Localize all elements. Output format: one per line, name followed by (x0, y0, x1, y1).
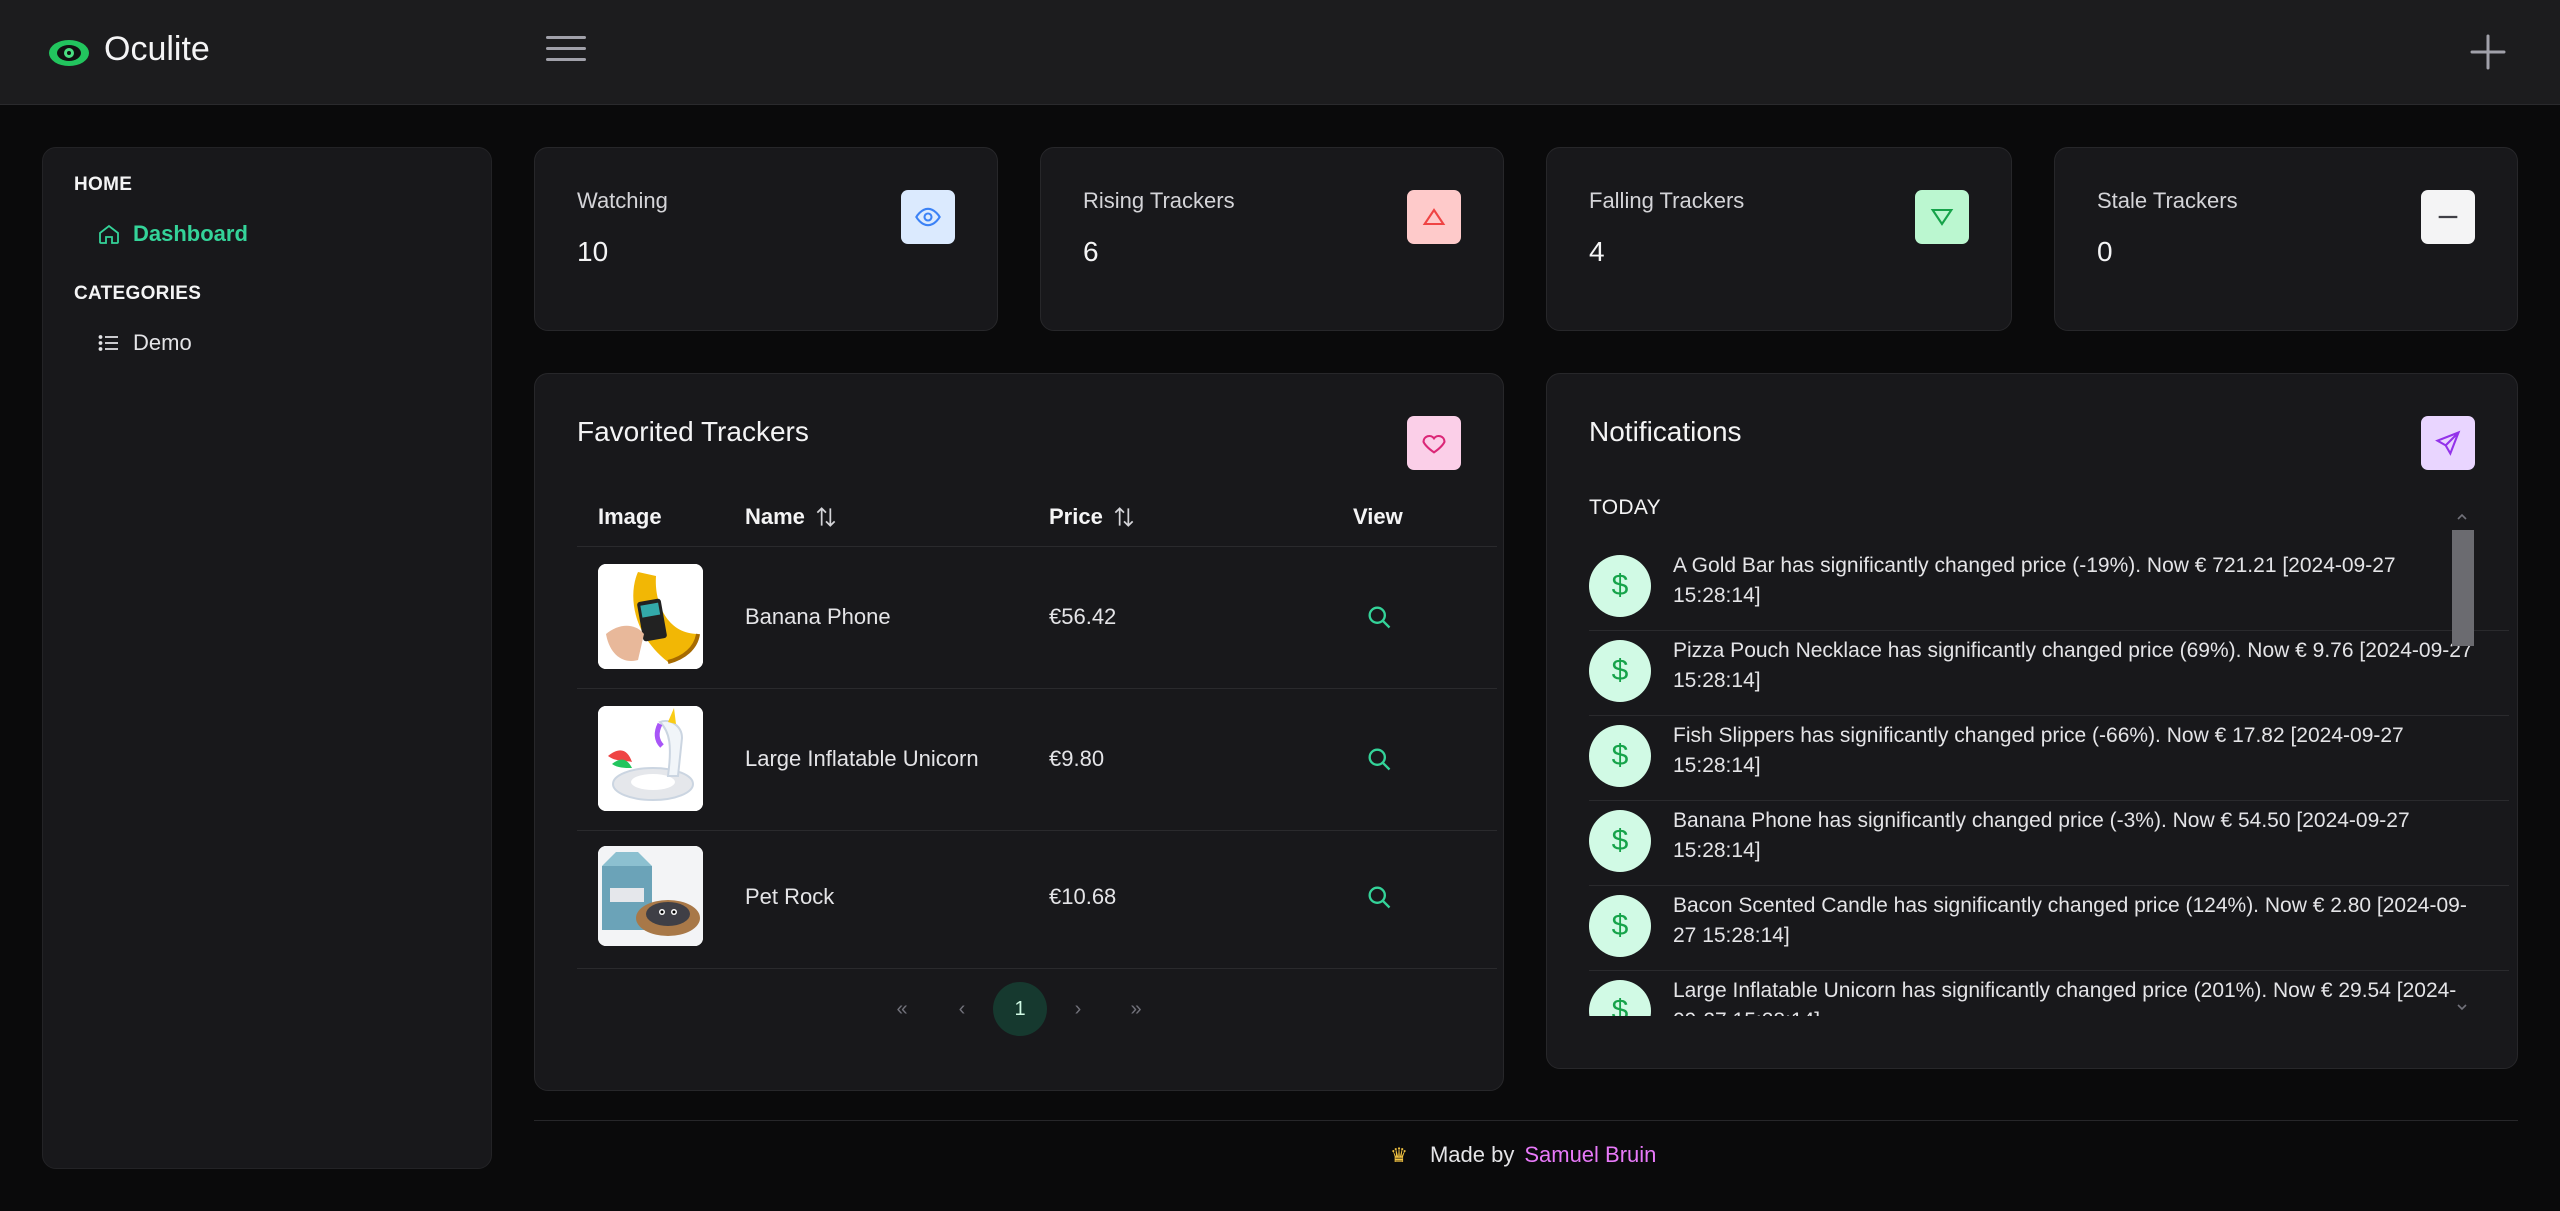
sidebar-item-label: Demo (133, 330, 192, 355)
sidebar: HOME Dashboard CATEGORIES Demo (42, 147, 492, 1169)
stat-card-stale: Stale Trackers 0 (2054, 147, 2518, 331)
stat-value: 6 (1083, 236, 1099, 267)
notification-item[interactable]: $ Bacon Scented Candle has significantly… (1589, 886, 2509, 971)
notifications-group-label: TODAY (1589, 496, 1661, 519)
notification-text: Banana Phone has significantly changed p… (1673, 809, 2410, 862)
minus-icon (2421, 190, 2475, 244)
column-header-label: Price (1049, 504, 1103, 529)
list-icon (98, 335, 118, 351)
notifications-title: Notifications (1589, 416, 1742, 447)
notification-item[interactable]: $ Fish Slippers has significantly change… (1589, 716, 2509, 801)
banana-phone-image (598, 564, 703, 669)
dollar-icon: $ (1589, 555, 1651, 617)
notification-text: Bacon Scented Candle has significantly c… (1673, 894, 2467, 947)
notifications-scrollbar[interactable] (2449, 510, 2475, 1016)
stat-value: 0 (2097, 236, 2113, 267)
triangle-up-icon (1407, 190, 1461, 244)
menu-toggle-icon[interactable] (546, 36, 586, 70)
stat-card-rising: Rising Trackers 6 (1040, 147, 1504, 331)
page-prev-button[interactable]: ‹ (935, 982, 989, 1036)
tracker-price: €9.80 (1049, 746, 1105, 771)
tracker-price: €56.42 (1049, 604, 1117, 629)
inflatable-unicorn-image (598, 706, 703, 811)
notifications-list[interactable]: TODAY $ A Gold Bar has significantly cha… (1589, 496, 2509, 1016)
column-header-price[interactable]: Price (1049, 504, 1137, 530)
dollar-icon: $ (1589, 980, 1651, 1016)
app-brand[interactable]: Oculite (104, 30, 210, 69)
page-current-button[interactable]: 1 (993, 982, 1047, 1036)
notification-item[interactable]: $ A Gold Bar has significantly changed p… (1589, 546, 2509, 631)
view-search-icon[interactable] (1365, 883, 1393, 911)
sidebar-item-label: Dashboard (133, 221, 248, 246)
column-header-image: Image (598, 504, 662, 529)
view-search-icon[interactable] (1365, 745, 1393, 773)
sort-icon[interactable] (813, 504, 839, 530)
tracker-name[interactable]: Large Inflatable Unicorn (745, 746, 979, 772)
sidebar-section-categories: CATEGORIES (74, 283, 202, 304)
dollar-icon: $ (1589, 725, 1651, 787)
notification-text: A Gold Bar has significantly changed pri… (1673, 554, 2396, 607)
tracker-name[interactable]: Banana Phone (745, 604, 891, 630)
view-search-icon[interactable] (1365, 603, 1393, 631)
top-bar: Oculite (0, 0, 2560, 105)
add-icon[interactable] (2468, 32, 2508, 72)
heart-icon (1407, 416, 1461, 470)
sort-icon[interactable] (1111, 504, 1137, 530)
pagination: « ‹ 1 › » (535, 982, 1495, 1038)
favorites-card: Favorited Trackers Image Name Price View… (534, 373, 1504, 1091)
notification-text: Fish Slippers has significantly changed … (1673, 724, 2404, 777)
dollar-icon: $ (1589, 895, 1651, 957)
column-header-label: Name (745, 504, 805, 529)
stat-label: Stale Trackers (2097, 188, 2238, 213)
tracker-name[interactable]: Pet Rock (745, 884, 834, 910)
footer-divider (534, 1120, 2518, 1121)
notification-item[interactable]: $ Pizza Pouch Necklace has significantly… (1589, 631, 2509, 716)
tracker-price: €10.68 (1049, 884, 1117, 909)
eye-logo-icon (49, 40, 89, 66)
column-header-name[interactable]: Name (745, 504, 839, 530)
column-header-view: View (1353, 504, 1403, 529)
notification-text: Large Inflatable Unicorn has significant… (1673, 979, 2457, 1016)
notification-item[interactable]: $ Banana Phone has significantly changed… (1589, 801, 2509, 886)
pet-rock-image (598, 846, 703, 946)
divider (577, 968, 1497, 969)
scrollbar-thumb[interactable] (2452, 530, 2474, 646)
stat-label: Watching (577, 188, 668, 213)
eye-icon (901, 190, 955, 244)
footer: ♛ Made by Samuel Bruin (1390, 1142, 1656, 1168)
page-first-button[interactable]: « (875, 982, 929, 1036)
sidebar-item-demo[interactable]: Demo (97, 323, 192, 363)
send-icon[interactable] (2421, 416, 2475, 470)
sidebar-section-home: HOME (74, 174, 133, 195)
page-last-button[interactable]: » (1109, 982, 1163, 1036)
stat-label: Rising Trackers (1083, 188, 1235, 213)
table-row: Pet Rock €10.68 (535, 830, 1495, 968)
table-row: Large Inflatable Unicorn €9.80 (535, 688, 1495, 830)
scroll-up-icon[interactable] (2455, 510, 2469, 524)
crown-icon: ♛ (1390, 1144, 1408, 1167)
home-icon (99, 224, 119, 244)
notification-text: Pizza Pouch Necklace has significantly c… (1673, 639, 2473, 692)
page-next-button[interactable]: › (1051, 982, 1105, 1036)
table-row: Banana Phone €56.42 (535, 546, 1495, 688)
stat-card-falling: Falling Trackers 4 (1546, 147, 2012, 331)
stat-value: 4 (1589, 236, 1605, 267)
scroll-down-icon[interactable] (2455, 1000, 2469, 1014)
stat-value: 10 (577, 236, 609, 267)
stat-card-watching: Watching 10 (534, 147, 998, 331)
footer-author-link[interactable]: Samuel Bruin (1524, 1142, 1656, 1168)
dollar-icon: $ (1589, 810, 1651, 872)
stat-label: Falling Trackers (1589, 188, 1745, 213)
footer-made-by: Made by (1429, 1142, 1515, 1167)
sidebar-item-dashboard[interactable]: Dashboard (97, 214, 248, 254)
notification-item[interactable]: $ Large Inflatable Unicorn has significa… (1589, 971, 2509, 1016)
notifications-card: Notifications TODAY $ A Gold Bar has sig… (1546, 373, 2518, 1069)
triangle-down-icon (1915, 190, 1969, 244)
dollar-icon: $ (1589, 640, 1651, 702)
favorites-title: Favorited Trackers (577, 416, 809, 447)
